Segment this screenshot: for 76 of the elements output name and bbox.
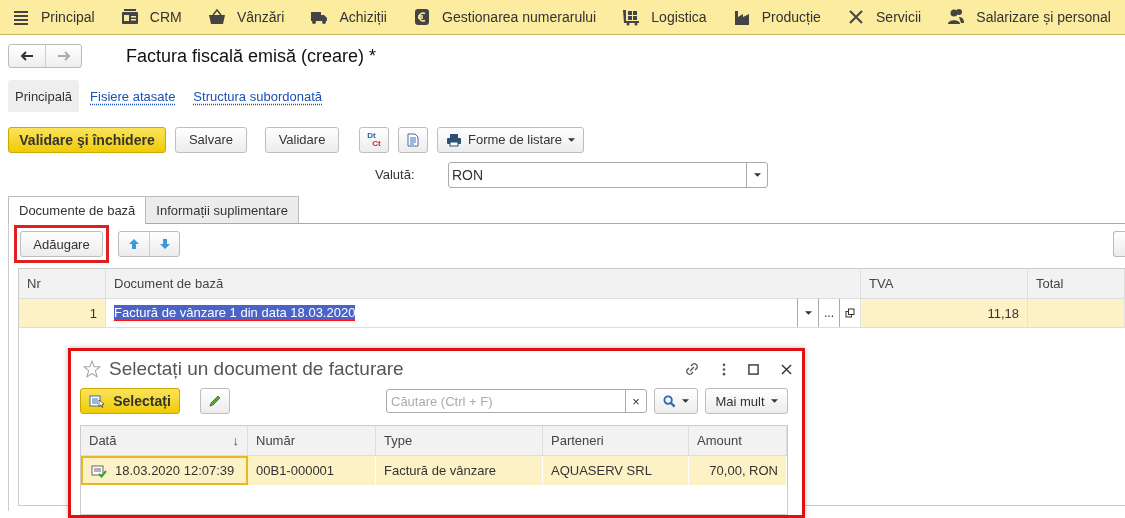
column-header[interactable]: Amount <box>689 426 787 456</box>
star-icon[interactable] <box>83 360 101 378</box>
people-icon <box>947 8 966 26</box>
caret-icon <box>804 311 812 315</box>
tab[interactable]: Informații suplimentare <box>146 196 299 223</box>
search-icon <box>663 394 676 408</box>
tab[interactable]: Documente de bază <box>8 196 147 224</box>
column-header[interactable]: Type <box>376 426 543 456</box>
printer-icon <box>446 132 462 147</box>
link-icon[interactable] <box>684 361 700 377</box>
post-and-close-button[interactable]: Validare şi închidere <box>8 126 166 153</box>
clear-button[interactable]: × <box>625 390 646 412</box>
more-button[interactable]: Mai mult <box>705 388 788 414</box>
menu-item[interactable]: Salarizare și personal <box>947 8 1111 26</box>
search-field[interactable]: Căutare (Ctrl + F) × <box>386 389 647 413</box>
down-arrow-icon <box>158 238 171 250</box>
menu-item[interactable]: Principal <box>12 8 95 26</box>
table-cell: 00B1-000001 <box>248 456 376 485</box>
id-card-icon <box>120 8 139 26</box>
dialog-title: Selectați un document de facturare <box>109 358 404 380</box>
caret-icon <box>770 399 778 403</box>
pencil-icon <box>208 394 222 408</box>
currency-field[interactable]: RON <box>448 161 768 188</box>
form-tab[interactable]: Principală <box>8 80 80 112</box>
maximize-icon[interactable] <box>748 363 759 375</box>
caret-icon <box>753 172 761 177</box>
table-cell: 11,18 <box>861 299 1028 328</box>
search-button[interactable] <box>654 388 698 414</box>
menu-item[interactable]: Gestionarea numerarului <box>413 8 597 26</box>
menu-item[interactable]: CRM <box>120 8 182 26</box>
back-arrow-icon <box>20 51 34 61</box>
menu-item[interactable]: Logistica <box>622 8 707 26</box>
select-button[interactable]: Selectați <box>80 388 180 414</box>
column-header[interactable]: Parteneri <box>543 426 689 456</box>
caret-icon <box>682 399 689 403</box>
open-icon <box>845 308 855 318</box>
column-header[interactable]: Număr <box>248 426 376 456</box>
factory-icon <box>732 8 751 26</box>
menu-icon <box>12 8 30 26</box>
forward-arrow-icon <box>56 51 71 61</box>
currency-label: Valută: <box>375 167 416 182</box>
toolbar-button[interactable]: Salvare <box>175 126 247 153</box>
choose-button[interactable]: ... <box>818 299 839 327</box>
table-cell: Factură de vânzare <box>376 456 543 485</box>
more-icon[interactable] <box>722 362 726 376</box>
table-cell: 70,00, RON <box>689 456 787 485</box>
menu-item[interactable]: Vânzări <box>207 8 285 26</box>
toolbar-button[interactable]: Validare <box>265 126 339 153</box>
form-title: Factura fiscală emisă (creare) * <box>126 45 377 67</box>
form-tab[interactable]: Structura subordonată <box>186 80 329 112</box>
close-icon[interactable] <box>781 363 792 375</box>
table-cell: AQUASERV SRL <box>543 456 689 485</box>
menu-item[interactable]: Achiziții <box>310 8 387 26</box>
up-arrow-icon <box>128 238 140 250</box>
document-icon <box>407 132 419 147</box>
caret-icon <box>567 137 575 142</box>
table-cell: 18.03.2020 12:07:39 <box>81 456 248 485</box>
column-header[interactable]: TVA <box>861 269 1028 299</box>
column-header[interactable]: Nr <box>19 269 106 299</box>
column-header[interactable]: Document de bază <box>106 269 861 299</box>
edit-button[interactable] <box>200 388 230 414</box>
menu-item[interactable]: Producție <box>732 8 821 26</box>
dt-ct-button[interactable]: Dt Ct <box>359 126 389 153</box>
menu-item[interactable]: Servicii <box>847 8 922 26</box>
form-tab[interactable]: Fisiere atasate <box>83 80 183 112</box>
cart-icon <box>622 8 641 26</box>
add-button[interactable]: Adăugare <box>20 231 103 257</box>
posted-document-icon <box>91 463 107 478</box>
column-header[interactable]: Dată ↓ <box>81 426 248 456</box>
print-forms-button[interactable]: Forme de listare <box>437 126 584 153</box>
document-input-field[interactable]: Factură de vânzare 1 din data 18.03.2020 ... <box>106 299 861 328</box>
list-cursor-icon <box>89 394 106 408</box>
basket-icon <box>207 8 226 26</box>
column-header[interactable]: Total <box>1028 269 1125 299</box>
euro-icon <box>413 8 432 26</box>
table-cell: 1 <box>19 299 106 328</box>
